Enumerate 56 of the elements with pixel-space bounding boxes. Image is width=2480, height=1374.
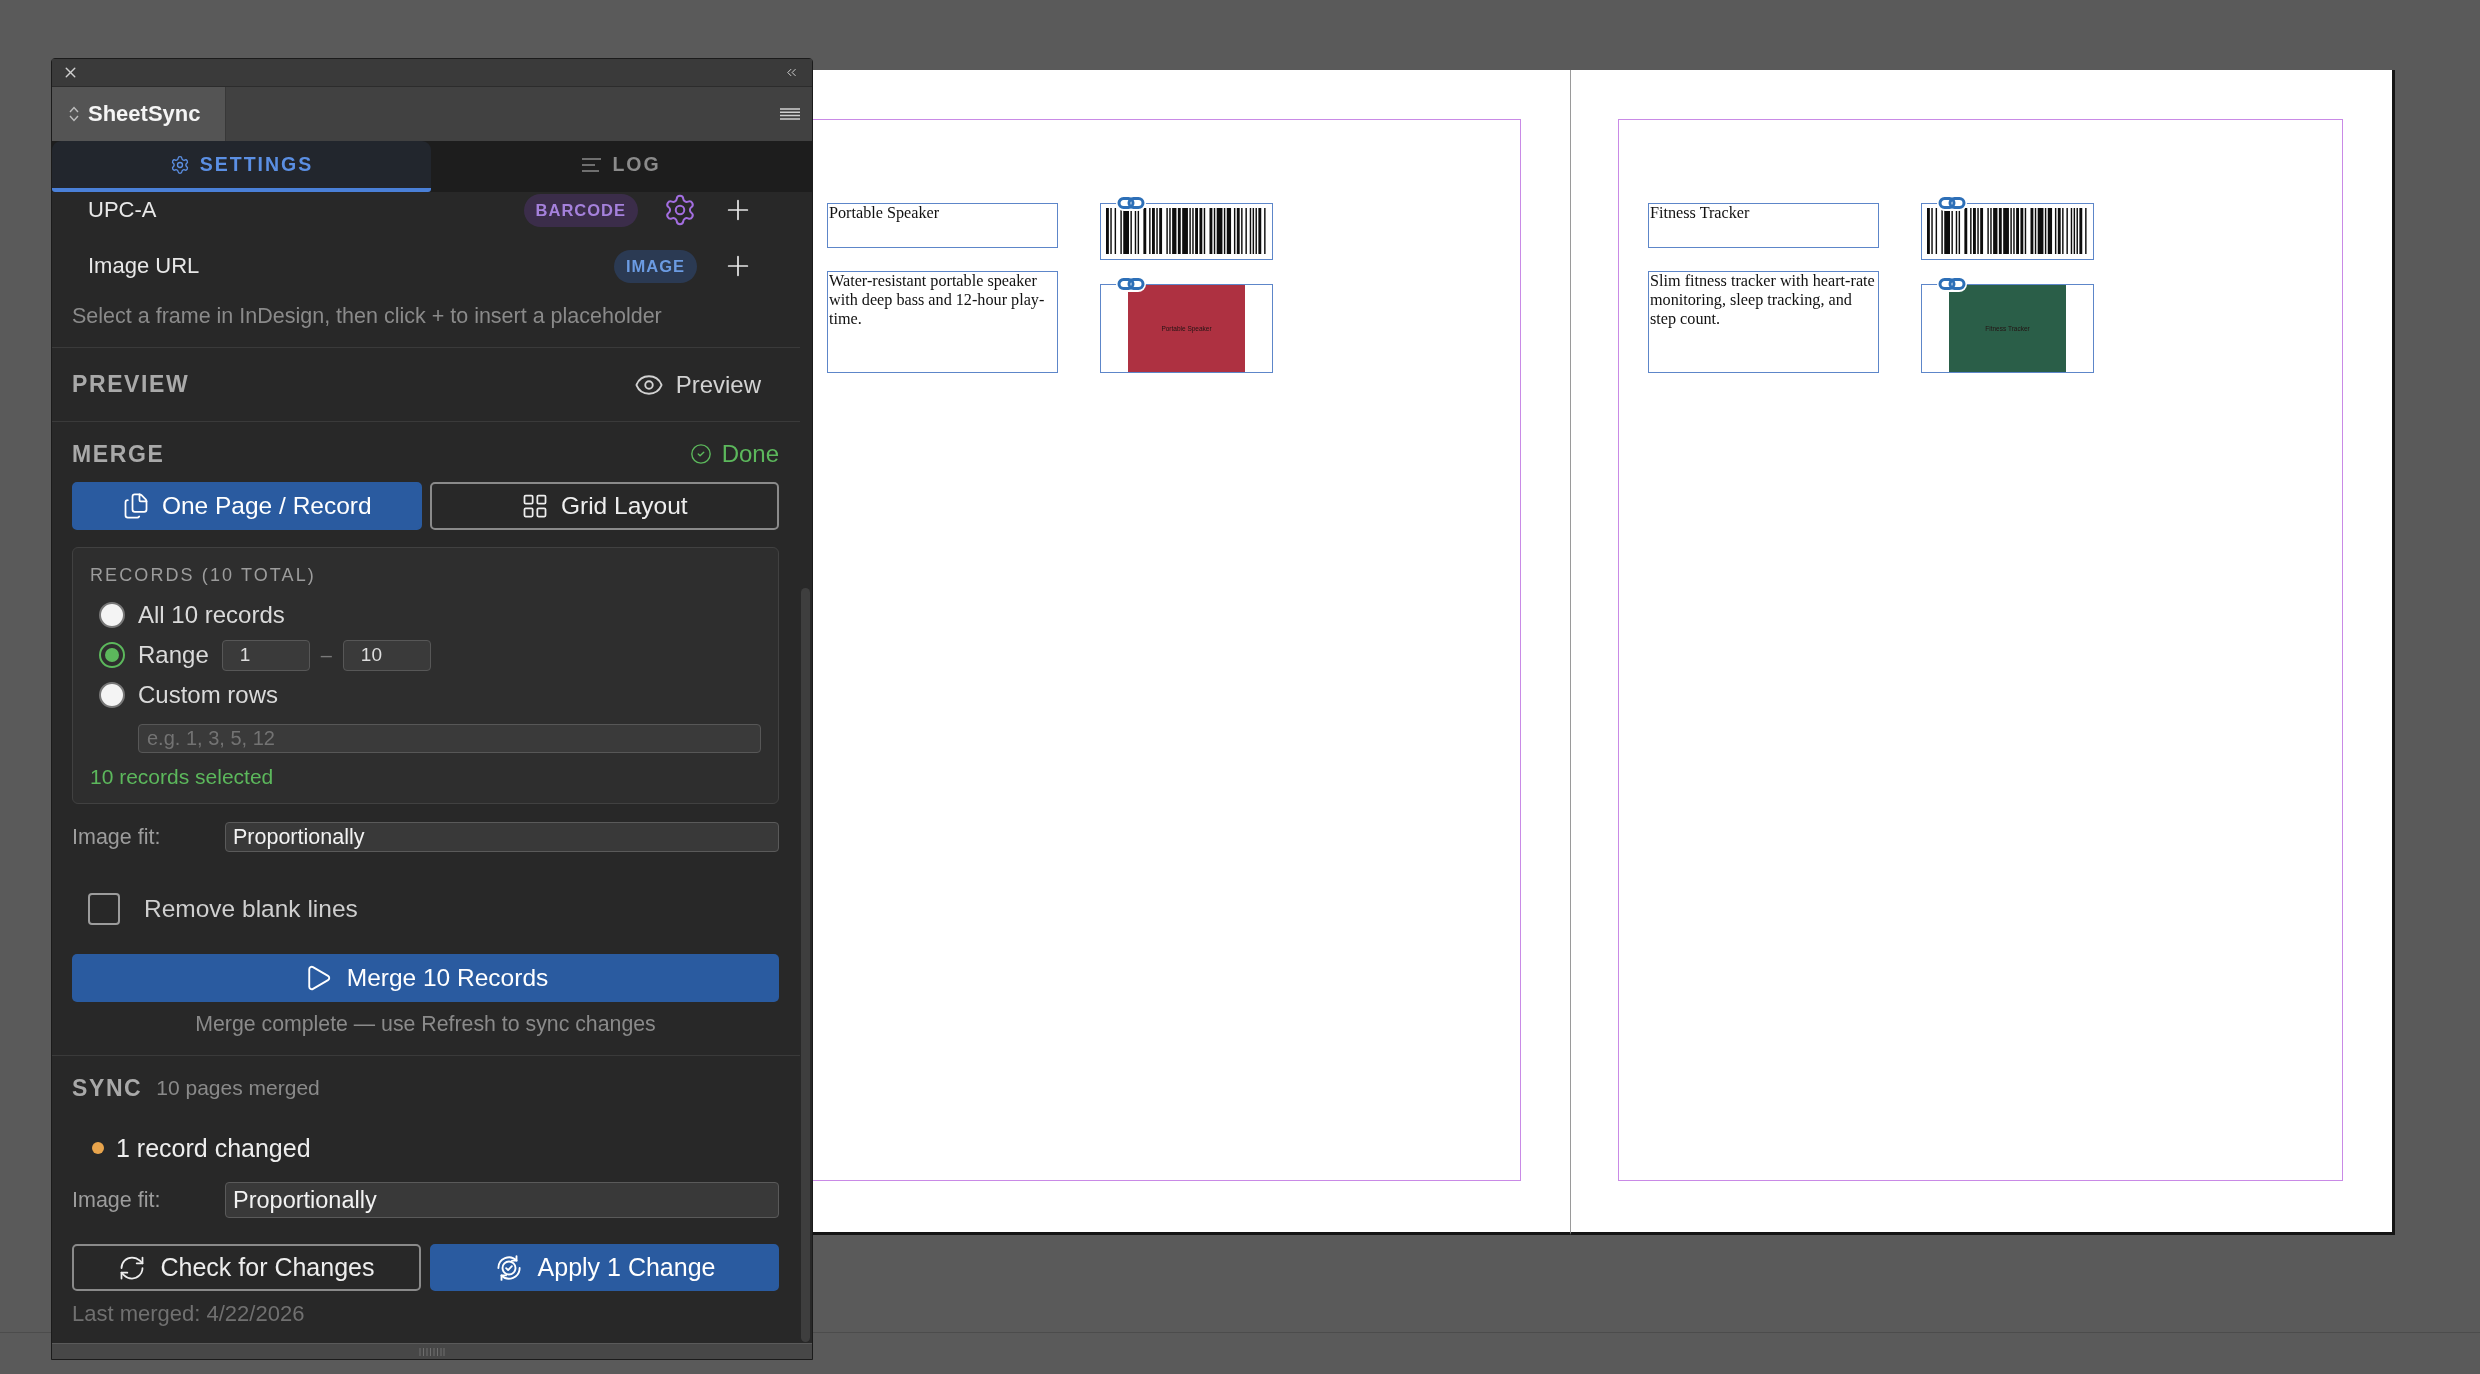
field-name: UPC-A bbox=[88, 197, 157, 223]
status-text: Done bbox=[721, 440, 779, 468]
field-type-badge: BARCODE bbox=[523, 193, 638, 227]
settings-icon bbox=[169, 154, 190, 175]
lines-icon bbox=[582, 157, 603, 172]
preview-button[interactable]: Preview bbox=[633, 369, 761, 400]
merge-button[interactable]: Merge 10 Records bbox=[72, 954, 779, 1002]
panel-tab[interactable]: SheetSync bbox=[52, 87, 226, 141]
radio-label: All 10 records bbox=[138, 601, 285, 629]
range-start-field[interactable]: 1 bbox=[221, 639, 310, 671]
hint-text: Select a frame in InDesign, then click + to insert a placeholder bbox=[72, 304, 663, 328]
section-tab[interactable]: SETTINGS bbox=[52, 141, 431, 192]
link-icon[interactable] bbox=[1116, 276, 1146, 292]
field-name: Image URL bbox=[88, 253, 200, 279]
link-icon[interactable] bbox=[1937, 195, 1967, 211]
radio-button[interactable] bbox=[99, 682, 125, 708]
apply-button[interactable]: Apply 1 Change bbox=[430, 1244, 779, 1291]
change-summary: 1 record changed bbox=[116, 1133, 311, 1163]
resize-grip-icon[interactable] bbox=[419, 1347, 445, 1356]
product-description: Water-resistant portable speaker with deep bass and 12-hour play-time. bbox=[829, 272, 1046, 329]
field-label: Image fit: bbox=[72, 1187, 162, 1213]
radio-label: Custom rows bbox=[138, 681, 279, 709]
layout-mode-button[interactable]: One Page / Record bbox=[72, 482, 422, 530]
section-heading: SYNC bbox=[72, 1074, 143, 1102]
link-icon[interactable] bbox=[1937, 276, 1967, 292]
range-separator: – bbox=[320, 643, 332, 667]
field-type-badge: IMAGE bbox=[613, 249, 697, 283]
radio-button[interactable] bbox=[99, 602, 125, 628]
status-note: Merge complete — use Refresh to sync changes bbox=[194, 1012, 657, 1036]
image-fit-field[interactable]: Proportionally bbox=[225, 822, 779, 852]
custom-rows-field[interactable]: e.g. 1, 3, 5, 12 bbox=[138, 724, 761, 753]
section-tab[interactable]: LOG bbox=[431, 141, 812, 192]
checkbox-label: Remove blank lines bbox=[144, 895, 358, 923]
selection-summary: 10 records selected bbox=[90, 765, 275, 789]
product-description: Slim fitness tracker with heart-rate monitoring, sleep tracking, and step count. bbox=[1650, 272, 1876, 329]
section-heading: MERGE bbox=[72, 440, 165, 468]
check-changes-button[interactable]: Check for Changes bbox=[72, 1244, 421, 1291]
range-end-field[interactable]: 10 bbox=[342, 639, 431, 671]
menu-icon[interactable] bbox=[780, 108, 800, 120]
checkbox[interactable] bbox=[88, 893, 120, 925]
timestamp-text: Last merged: 4/22/2026 bbox=[72, 1302, 306, 1326]
product-title: Portable Speaker bbox=[829, 204, 941, 223]
chevron-up-down-icon[interactable] bbox=[69, 106, 79, 122]
image-fit-field[interactable]: Proportionally bbox=[225, 1182, 779, 1218]
section-heading: PREVIEW bbox=[72, 371, 190, 398]
field-label: Image fit: bbox=[72, 824, 162, 850]
link-icon[interactable] bbox=[1116, 195, 1146, 211]
scrollbar-thumb[interactable] bbox=[801, 588, 810, 1342]
radio-button[interactable] bbox=[99, 642, 125, 668]
check-circle-icon bbox=[689, 443, 712, 465]
layout-mode-button[interactable]: Grid Layout bbox=[429, 482, 779, 530]
section-subheading: 10 pages merged bbox=[156, 1076, 320, 1100]
records-heading: RECORDS (10 TOTAL) bbox=[90, 564, 317, 587]
radio-label: Range bbox=[138, 641, 209, 669]
settings-icon[interactable] bbox=[663, 193, 697, 227]
product-title: Fitness Tracker bbox=[1650, 204, 1751, 223]
